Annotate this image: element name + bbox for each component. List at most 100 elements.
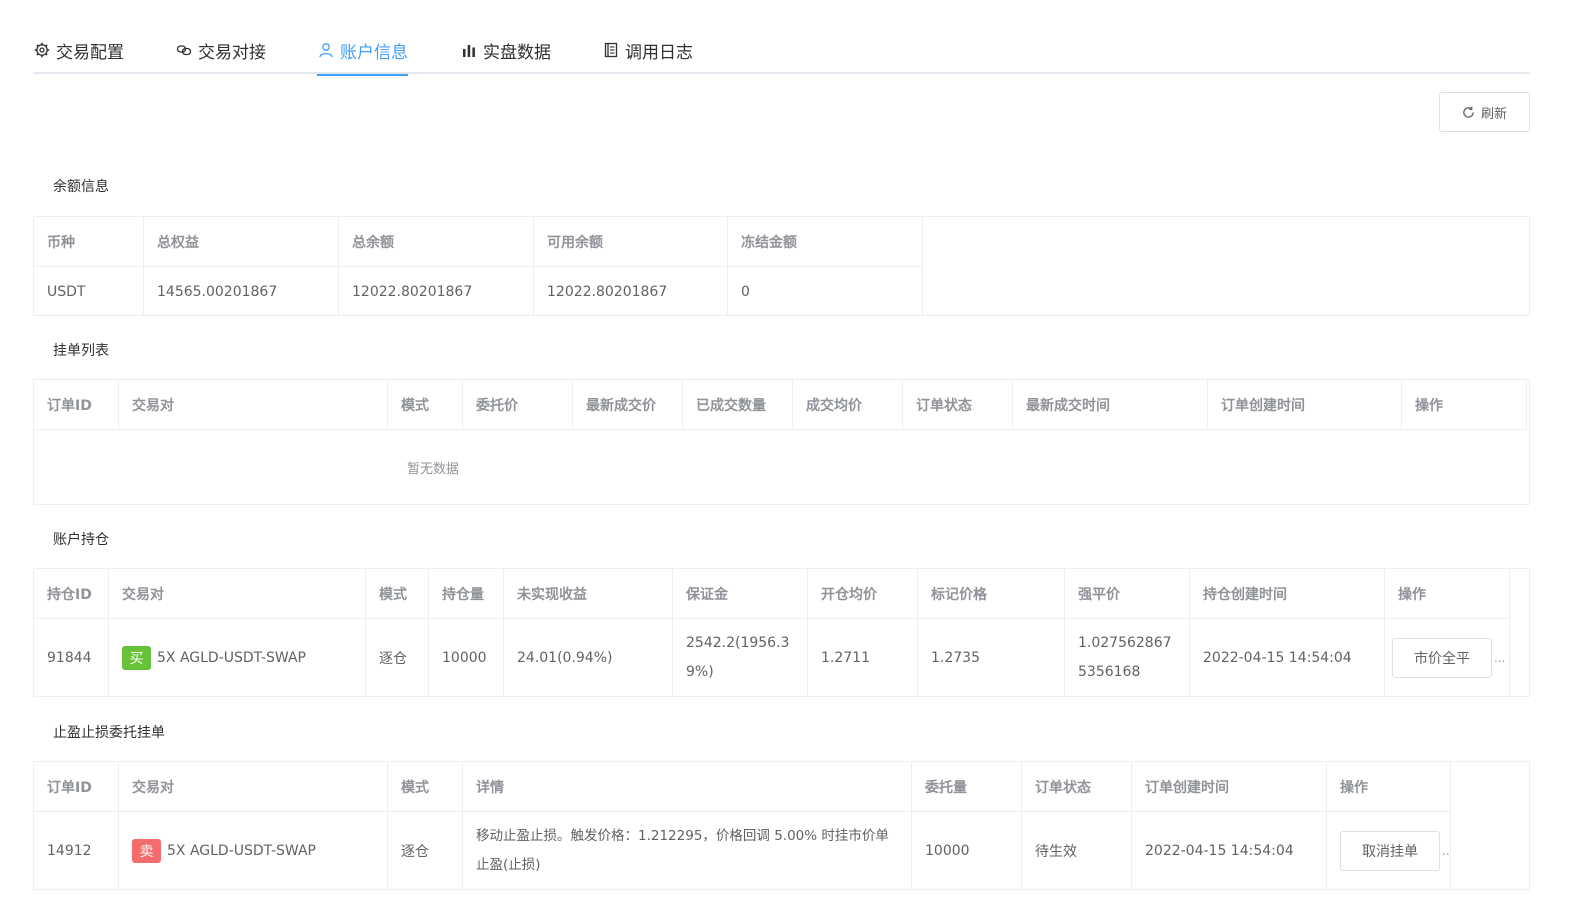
- table-cell: 2542.2(1956.39%): [673, 619, 808, 696]
- table-cell: 1.2735: [918, 619, 1065, 696]
- column-header: 委托量: [912, 762, 1022, 812]
- column-header: 操作: [1385, 569, 1510, 619]
- column-header: 模式: [388, 762, 463, 812]
- column-header: 保证金: [673, 569, 808, 619]
- pending-orders-table: 订单ID 交易对 模式 委托价 最新成交价 已成交数量 成交均价 订单状态 最新…: [33, 379, 1530, 505]
- pair-label: 5X AGLD-USDT-SWAP: [157, 649, 306, 666]
- column-header: 详情: [463, 762, 912, 812]
- table-cell: 1.2711: [808, 619, 918, 696]
- table-header-row: 币种 总权益 总余额 可用余额 冻结金额: [34, 217, 1529, 267]
- table-cell: 逐仓: [388, 812, 463, 889]
- table-cell: 12022.80201867: [339, 267, 534, 316]
- tab-bar: 交易配置 交易对接 账户信息 实盘数据 调用日志: [33, 26, 1530, 76]
- tpsl-orders-table: 订单ID 交易对 模式 详情 委托量 订单状态 订单创建时间 操作 14912 …: [33, 761, 1530, 890]
- column-header: 交易对: [119, 380, 388, 430]
- table-cell: 1.0275628675356168: [1065, 619, 1190, 696]
- column-header: 订单状态: [903, 380, 1013, 430]
- column-header: 总余额: [339, 217, 534, 267]
- positions-table: 持仓ID 交易对 模式 持仓量 未实现收益 保证金 开仓均价 标记价格 强平价 …: [33, 568, 1530, 697]
- refresh-icon: [1463, 106, 1474, 118]
- table-cell: 逐仓: [366, 619, 429, 696]
- table-cell: USDT: [34, 267, 144, 316]
- bar-chart-icon: [460, 41, 478, 59]
- unrealized-pnl: 24.01(0.94%): [504, 619, 673, 696]
- column-header: 最新成交时间: [1013, 380, 1208, 430]
- column-header: 交易对: [119, 762, 388, 812]
- column-header: 成交均价: [793, 380, 903, 430]
- column-header: 模式: [388, 380, 463, 430]
- section-title-balance: 余额信息: [53, 179, 109, 195]
- column-header: 操作: [1402, 380, 1527, 430]
- tab-account-info[interactable]: 账户信息: [317, 26, 408, 76]
- order-detail: 移动止盈止损。触发价格：1.212295，价格回调 5.00% 时挂市价单止盈(…: [463, 812, 912, 889]
- table-cell: 14912: [34, 812, 119, 889]
- column-header: 冻结金额: [728, 217, 923, 267]
- column-header: 订单创建时间: [1132, 762, 1327, 812]
- column-header: 币种: [34, 217, 144, 267]
- column-header: 模式: [366, 569, 429, 619]
- table-cell: 0: [728, 267, 923, 316]
- table-row: 91844 买 5X AGLD-USDT-SWAP 逐仓 10000 24.01…: [34, 619, 1529, 696]
- column-header: 订单创建时间: [1208, 380, 1402, 430]
- column-header: 操作: [1327, 762, 1451, 812]
- table-cell-pair: 卖 5X AGLD-USDT-SWAP: [119, 812, 388, 889]
- refresh-label: 刷新: [1480, 106, 1507, 122]
- pair-label: 5X AGLD-USDT-SWAP: [167, 842, 316, 859]
- close-position-button[interactable]: 市价全平: [1392, 637, 1492, 678]
- tab-label: 交易对接: [198, 42, 266, 63]
- status-text: 待生效: [1022, 812, 1132, 889]
- refresh-button[interactable]: 刷新: [1439, 92, 1530, 132]
- column-header: 最新成交价: [573, 380, 683, 430]
- table-cell-action: 取消挂单 ..: [1327, 812, 1451, 889]
- column-header: 订单ID: [34, 762, 119, 812]
- empty-state-text: 暂无数据: [407, 461, 460, 477]
- tab-label: 实盘数据: [483, 42, 551, 63]
- column-header: 总权益: [144, 217, 339, 267]
- column-header: 已成交数量: [683, 380, 793, 430]
- table-cell: 2022-04-15 14:54:04: [1190, 619, 1385, 696]
- overflow-indicator: ..: [1442, 843, 1450, 858]
- column-header: 订单ID: [34, 380, 119, 430]
- column-header: 委托价: [463, 380, 573, 430]
- table-cell-pair: 买 5X AGLD-USDT-SWAP: [109, 619, 366, 696]
- buy-tag: 买: [122, 645, 151, 670]
- column-header: 强平价: [1065, 569, 1190, 619]
- overflow-indicator: ...: [1494, 650, 1506, 665]
- table-cell: 91844: [34, 619, 109, 696]
- table-cell: 10000: [912, 812, 1022, 889]
- table-header-row: 订单ID 交易对 模式 委托价 最新成交价 已成交数量 成交均价 订单状态 最新…: [34, 380, 1529, 430]
- tab-trade-config[interactable]: 交易配置: [33, 26, 124, 74]
- cancel-order-button[interactable]: 取消挂单: [1340, 830, 1440, 871]
- gear-icon: [33, 41, 51, 59]
- column-header: 可用余额: [534, 217, 728, 267]
- link-icon: [175, 41, 193, 59]
- user-icon: [317, 41, 335, 59]
- document-icon: [602, 41, 620, 59]
- table-cell: 2022-04-15 14:54:04: [1132, 812, 1327, 889]
- tab-label: 账户信息: [340, 42, 408, 63]
- table-row: 14912 卖 5X AGLD-USDT-SWAP 逐仓 移动止盈止损。触发价格…: [34, 812, 1529, 889]
- tab-label: 调用日志: [625, 42, 693, 63]
- tab-trade-connect[interactable]: 交易对接: [175, 26, 266, 74]
- column-header: 持仓ID: [34, 569, 109, 619]
- table-header-row: 持仓ID 交易对 模式 持仓量 未实现收益 保证金 开仓均价 标记价格 强平价 …: [34, 569, 1529, 619]
- table-cell: 10000: [429, 619, 504, 696]
- column-header: 开仓均价: [808, 569, 918, 619]
- section-title-pending-orders: 挂单列表: [53, 343, 109, 359]
- column-header: 标记价格: [918, 569, 1065, 619]
- tab-call-log[interactable]: 调用日志: [602, 26, 693, 74]
- column-header: 持仓创建时间: [1190, 569, 1385, 619]
- sell-tag: 卖: [132, 838, 161, 863]
- table-cell-action: 市价全平 ...: [1385, 619, 1510, 696]
- section-title-tpsl-orders: 止盈止损委托挂单: [53, 725, 165, 741]
- column-header: 未实现收益: [504, 569, 673, 619]
- table-cell: 12022.80201867: [534, 267, 728, 316]
- table-row: USDT 14565.00201867 12022.80201867 12022…: [34, 267, 1529, 316]
- table-cell: 14565.00201867: [144, 267, 339, 316]
- tab-live-data[interactable]: 实盘数据: [460, 26, 551, 74]
- column-header: 交易对: [109, 569, 366, 619]
- tab-label: 交易配置: [56, 42, 124, 63]
- column-header: 订单状态: [1022, 762, 1132, 812]
- balance-table: 币种 总权益 总余额 可用余额 冻结金额 USDT 14565.00201867…: [33, 216, 1530, 316]
- section-title-positions: 账户持仓: [53, 532, 109, 548]
